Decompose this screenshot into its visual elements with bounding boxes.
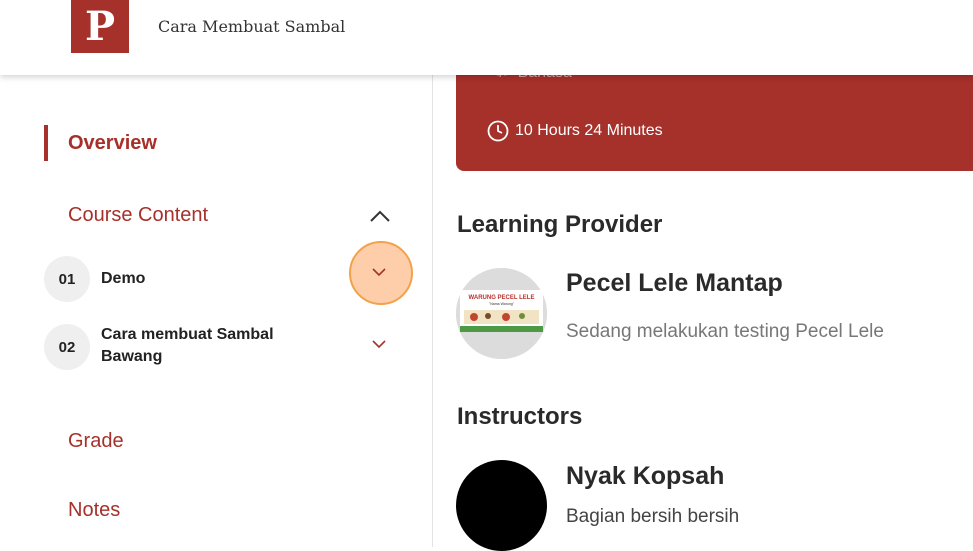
module-number: 01	[44, 256, 90, 302]
chevron-up-icon[interactable]	[368, 207, 392, 225]
svg-text:"Nama Warung": "Nama Warung"	[489, 302, 515, 306]
svg-text:WARUNG PECEL LELE: WARUNG PECEL LELE	[469, 295, 535, 301]
provider-description: Sedang melakukan testing Pecel Lele	[566, 321, 884, 342]
nav-course-content[interactable]: Course Content	[68, 204, 208, 227]
course-title: Cara Membuat Sambal	[158, 17, 346, 36]
logo-letter: P	[84, 3, 116, 50]
provider-logo-image: WARUNG PECEL LELE "Nama Warung"	[456, 268, 547, 359]
clock-icon	[487, 120, 509, 142]
nav-grade[interactable]: Grade	[68, 430, 124, 453]
module-number: 02	[44, 324, 90, 370]
module-title: Demo	[101, 270, 146, 287]
top-header: P Cara Membuat Sambal	[0, 0, 973, 75]
instructor-name[interactable]: Nyak Kopsah	[566, 462, 724, 491]
instructor-description: Bagian bersih bersih	[566, 506, 740, 527]
chevron-down-icon[interactable]	[370, 266, 388, 278]
instructors-heading: Instructors	[457, 403, 583, 430]
module-title-line1: Cara membuat Sambal	[101, 326, 274, 343]
course-sidebar: Overview Course Content 01 Demo 02 Cara …	[0, 75, 433, 547]
module-title: Cara membuat Sambal Bawang	[101, 324, 274, 368]
provider-name[interactable]: Pecel Lele Mantap	[566, 269, 783, 298]
module-title-line2: Bawang	[101, 348, 163, 365]
provider-logo: WARUNG PECEL LELE "Nama Warung"	[456, 268, 547, 359]
active-indicator	[44, 125, 48, 161]
app-logo[interactable]: P	[71, 0, 129, 53]
nav-overview[interactable]: Overview	[68, 132, 157, 155]
instructor-avatar	[456, 460, 547, 551]
course-duration: 10 Hours 24 Minutes	[487, 120, 663, 142]
learning-provider-heading: Learning Provider	[457, 211, 663, 238]
chevron-down-icon[interactable]	[370, 338, 388, 350]
nav-notes[interactable]: Notes	[68, 499, 120, 522]
duration-text: 10 Hours 24 Minutes	[515, 122, 663, 139]
